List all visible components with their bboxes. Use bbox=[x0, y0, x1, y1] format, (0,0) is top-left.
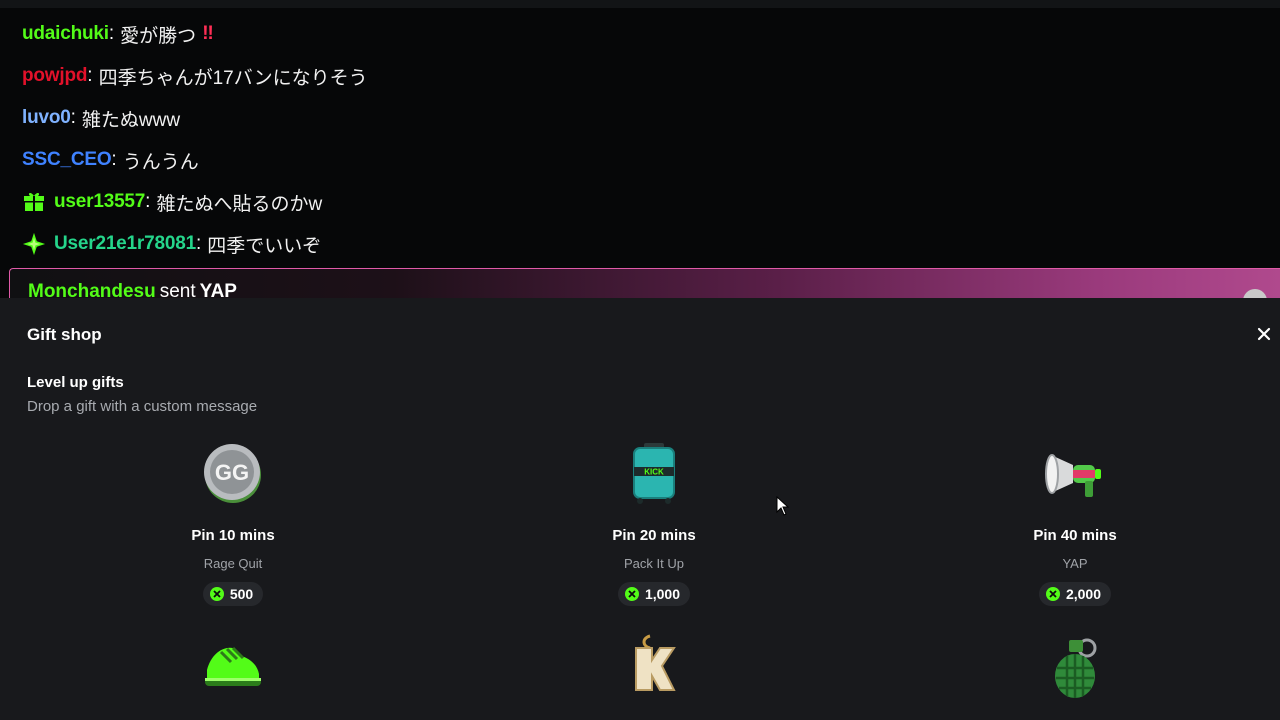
gift-card-grenade[interactable] bbox=[965, 634, 1185, 698]
gift-sent-row: Monchandesu sent YAP bbox=[28, 281, 237, 298]
double-exclamation-emoji: ‼ bbox=[202, 23, 214, 44]
kick-coin-icon bbox=[209, 587, 224, 601]
gift-shop-panel: Gift shop Level up gifts Drop a gift wit… bbox=[0, 298, 1280, 720]
gift-item-name: YAP bbox=[199, 281, 237, 298]
gift-badge-icon[interactable] bbox=[22, 190, 46, 214]
gift-name: YAP bbox=[1062, 556, 1088, 571]
chat-separator: : bbox=[108, 23, 115, 44]
chat-top-strip bbox=[0, 0, 1280, 8]
close-button[interactable] bbox=[1254, 324, 1274, 344]
page-title: Gift shop bbox=[27, 325, 102, 344]
chat-username[interactable]: user13557 bbox=[54, 191, 145, 213]
chat-message: User21e1r78081: 四季でいいぞ bbox=[22, 230, 321, 258]
kick-coin-icon bbox=[624, 587, 639, 601]
gift-price-badge[interactable]: 2,000 bbox=[1038, 582, 1112, 606]
chat-separator: : bbox=[87, 65, 93, 86]
gift-sent-label: sent bbox=[159, 281, 196, 298]
chat-text: 雑たぬwww bbox=[81, 109, 181, 131]
gift-card-sneaker[interactable] bbox=[123, 634, 343, 698]
gift-pin-duration: Pin 20 mins bbox=[612, 527, 696, 544]
gift-card-pack-it-up[interactable]: KICK Pin 20 mins Pack It Up 1,000 bbox=[544, 441, 764, 606]
chat-separator: : bbox=[70, 107, 76, 128]
sneaker-icon bbox=[205, 646, 261, 686]
chat-text: 雑たぬへ貼るのかw bbox=[156, 193, 323, 215]
gift-name: Pack It Up bbox=[624, 556, 684, 571]
chat-message: user13557: 雑たぬへ貼るのかw bbox=[22, 188, 322, 216]
chat-message: udaichuki: 愛が勝つ ‼ bbox=[22, 20, 214, 48]
k-chain-icon bbox=[635, 634, 676, 691]
chat-area: udaichuki: 愛が勝つ ‼ powjpd: 四季ちゃんが17バンになりそう l… bbox=[0, 0, 1280, 298]
section-subtitle: Drop a gift with a custom message bbox=[27, 398, 258, 415]
gg-coin-icon: GG bbox=[204, 444, 261, 503]
grenade-icon bbox=[1055, 638, 1097, 698]
gift-card-yap[interactable]: Pin 40 mins YAP 2,000 bbox=[965, 441, 1185, 606]
chat-message: luvo0: 雑たぬwww bbox=[22, 104, 180, 132]
chat-text: うんうん bbox=[122, 151, 199, 173]
chat-text: 愛が勝つ bbox=[120, 25, 197, 47]
svg-text:GG: GG bbox=[215, 460, 249, 485]
chat-message: SSC_CEO: うんうん bbox=[22, 146, 199, 174]
chat-separator: : bbox=[195, 233, 202, 254]
chat-separator: : bbox=[145, 191, 151, 212]
chat-text: 四季でいいぞ bbox=[207, 235, 322, 257]
chat-username[interactable]: User21e1r78081 bbox=[54, 233, 196, 255]
gift-sent-banner: Monchandesu sent YAP bbox=[9, 268, 1280, 298]
gift-pin-duration: Pin 40 mins bbox=[1033, 527, 1117, 544]
megaphone-icon bbox=[1045, 454, 1101, 497]
gift-price-badge[interactable]: 500 bbox=[202, 582, 264, 606]
avatar bbox=[1243, 289, 1267, 298]
gift-sender-username[interactable]: Monchandesu bbox=[28, 281, 156, 298]
chat-separator: : bbox=[111, 149, 117, 170]
mouse-cursor-icon bbox=[776, 496, 790, 516]
gift-card-rage-quit[interactable]: GG Pin 10 mins Rage Quit 500 bbox=[123, 441, 343, 606]
sparkle-badge-icon[interactable] bbox=[22, 232, 46, 256]
chat-username[interactable]: SSC_CEO bbox=[22, 149, 112, 171]
chat-text: 四季ちゃんが17バンになりそう bbox=[98, 67, 368, 89]
chat-username[interactable]: udaichuki bbox=[22, 23, 109, 45]
chat-username[interactable]: powjpd bbox=[22, 65, 87, 87]
gift-name: Rage Quit bbox=[203, 556, 263, 571]
chat-username[interactable]: luvo0 bbox=[22, 107, 71, 129]
gift-price: 2,000 bbox=[1065, 586, 1102, 602]
svg-text:KICK: KICK bbox=[644, 468, 664, 477]
chat-message: powjpd: 四季ちゃんが17バンになりそう bbox=[22, 62, 368, 90]
gift-card-k-chain[interactable] bbox=[544, 634, 764, 698]
gift-price-badge[interactable]: 1,000 bbox=[617, 582, 691, 606]
gift-price: 1,000 bbox=[644, 586, 681, 602]
kick-coin-icon bbox=[1045, 587, 1060, 601]
section-title: Level up gifts bbox=[27, 374, 124, 391]
gift-price: 500 bbox=[229, 586, 254, 602]
suitcase-icon: KICK bbox=[633, 443, 675, 504]
gift-pin-duration: Pin 10 mins bbox=[191, 527, 275, 544]
close-icon[interactable] bbox=[1254, 324, 1274, 344]
